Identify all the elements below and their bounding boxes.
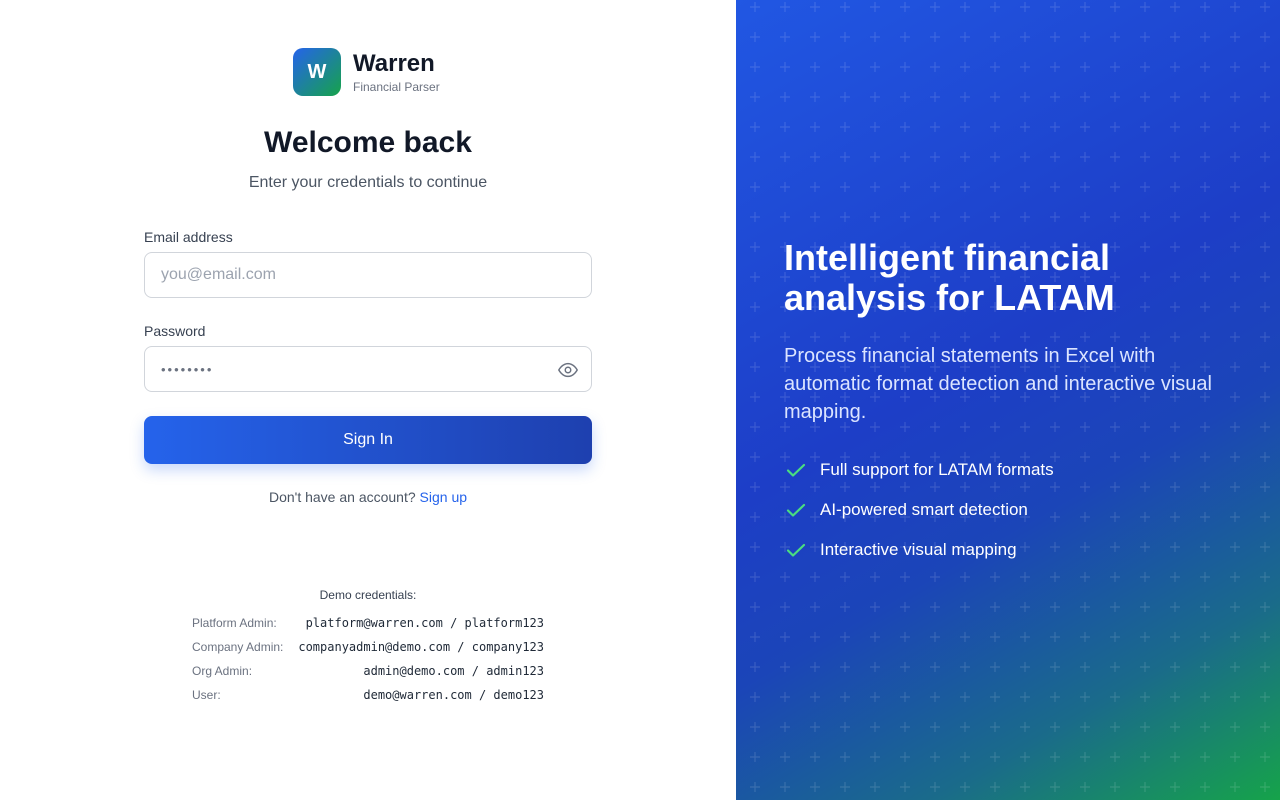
feature-label: AI-powered smart detection — [820, 500, 1028, 519]
page-subtitle: Enter your credentials to continue — [248, 174, 488, 191]
check-icon — [786, 463, 806, 477]
password-field[interactable]: •••••••• — [144, 346, 592, 392]
feature-item: Full support for LATAM formats — [784, 458, 1054, 482]
login-panel: W Warren Financial Parser Welcome back E… — [0, 0, 736, 800]
demo-credential: demo@warren.com / demo123 — [363, 688, 544, 702]
hero-title: Intelligent financial analysis for LATAM — [784, 237, 1115, 318]
sign-in-button[interactable]: Sign In — [144, 416, 592, 464]
email-label: Email address — [144, 229, 233, 245]
demo-credential: admin@demo.com / admin123 — [363, 664, 544, 678]
password-label: Password — [144, 323, 206, 339]
demo-credential-row: User: demo@warren.com / demo123 — [192, 688, 544, 704]
eye-icon[interactable] — [557, 359, 579, 381]
feature-label: Interactive visual mapping — [820, 540, 1017, 559]
logo-icon: W — [293, 48, 341, 96]
demo-credential: platform@warren.com / platform123 — [305, 616, 544, 630]
brand-text: Warren Financial Parser — [353, 49, 440, 95]
demo-role: User: — [192, 688, 221, 702]
check-icon — [786, 543, 806, 557]
hero-panel: Intelligent financial analysis for LATAM… — [736, 0, 1280, 800]
demo-role: Company Admin: — [192, 640, 284, 654]
brand-tagline: Financial Parser — [353, 80, 440, 94]
feature-label: Full support for LATAM formats — [820, 460, 1054, 479]
demo-credential: companyadmin@demo.com / company123 — [298, 640, 544, 654]
email-field-container — [144, 252, 592, 298]
demo-credential-row: Platform Admin: platform@warren.com / pl… — [192, 616, 544, 632]
demo-credential-row: Org Admin: admin@demo.com / admin123 — [192, 664, 544, 680]
password-mask: •••••••• — [161, 361, 214, 377]
demo-credentials-title: Demo credentials: — [319, 588, 417, 602]
feature-item: AI-powered smart detection — [784, 498, 1028, 522]
demo-role: Platform Admin: — [192, 616, 277, 630]
brand-name: Warren — [353, 50, 435, 77]
hero-description: Process financial statements in Excel wi… — [784, 345, 1212, 423]
email-field[interactable] — [161, 266, 575, 284]
check-icon — [786, 503, 806, 517]
sign-up-link[interactable]: Sign up — [420, 489, 467, 505]
demo-role: Org Admin: — [192, 664, 253, 678]
page-title: Welcome back — [264, 126, 472, 159]
demo-credential-row: Company Admin: companyadmin@demo.com / c… — [192, 640, 544, 656]
feature-item: Interactive visual mapping — [784, 538, 1017, 562]
signup-prompt: Don't have an account? Sign up — [0, 489, 736, 505]
brand-logo: W Warren Financial Parser — [293, 48, 440, 96]
no-account-text: Don't have an account? — [268, 489, 416, 505]
